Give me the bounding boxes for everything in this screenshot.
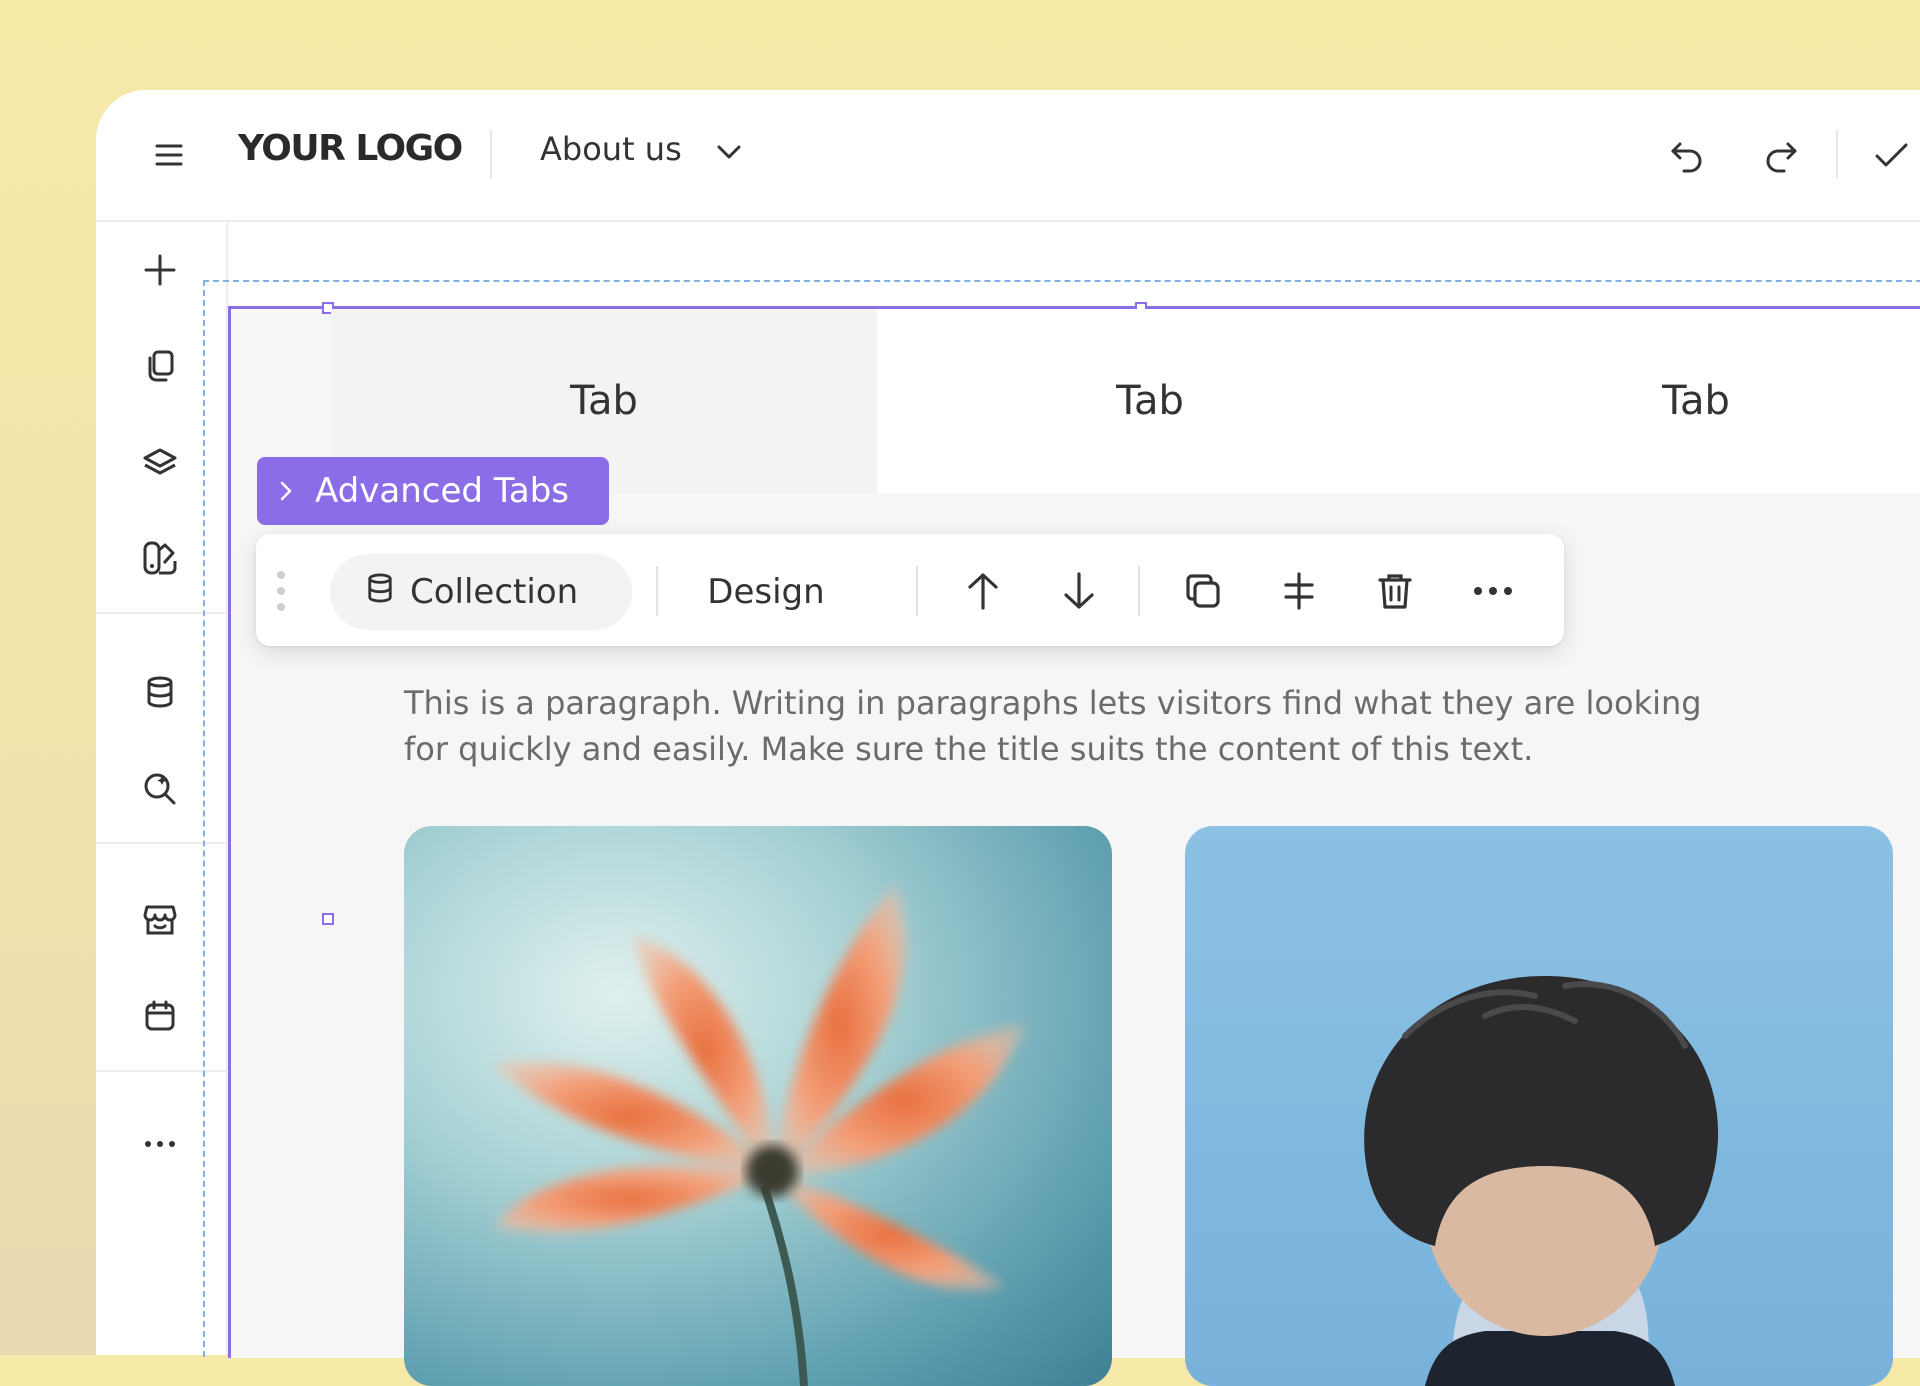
tab-label: Tab bbox=[1116, 378, 1184, 424]
tab-3[interactable]: Tab bbox=[1423, 309, 1920, 493]
element-name-badge[interactable]: Advanced Tabs bbox=[257, 457, 609, 525]
collection-button[interactable]: Collection bbox=[330, 554, 632, 630]
more-options-icon[interactable] bbox=[1470, 568, 1516, 614]
design-label: Design bbox=[707, 572, 825, 612]
layers-icon[interactable] bbox=[140, 442, 180, 482]
divider bbox=[490, 130, 492, 178]
toolbar-divider bbox=[656, 566, 658, 616]
drag-handle-icon[interactable] bbox=[276, 570, 286, 612]
redo-icon[interactable] bbox=[1762, 136, 1800, 174]
divider bbox=[1836, 130, 1838, 178]
check-icon[interactable] bbox=[1872, 136, 1910, 174]
duplicate-icon[interactable] bbox=[1180, 568, 1226, 614]
person-illustration bbox=[1364, 976, 1719, 1386]
pages-icon[interactable] bbox=[140, 346, 180, 386]
tab-label: Tab bbox=[570, 378, 638, 424]
more-icon[interactable] bbox=[140, 1124, 180, 1164]
toolbar-divider bbox=[1138, 566, 1140, 616]
element-toolbar: Collection Design bbox=[256, 534, 1564, 646]
theme-icon[interactable] bbox=[140, 538, 180, 578]
top-bar: YOUR LOGO About us bbox=[96, 90, 1920, 222]
arrow-down-icon[interactable] bbox=[1056, 568, 1102, 614]
paragraph-text[interactable]: This is a paragraph. Writing in paragrap… bbox=[404, 680, 1744, 772]
database-icon bbox=[366, 571, 394, 614]
page-selector[interactable]: About us bbox=[540, 130, 742, 168]
chevron-down-icon bbox=[716, 130, 742, 168]
chevron-right-icon bbox=[279, 471, 293, 511]
menu-icon[interactable] bbox=[154, 140, 184, 170]
resize-handle[interactable] bbox=[322, 913, 334, 925]
collection-label: Collection bbox=[410, 572, 579, 612]
trash-icon[interactable] bbox=[1372, 568, 1418, 614]
plus-icon[interactable] bbox=[140, 250, 180, 290]
site-logo[interactable]: YOUR LOGO bbox=[238, 128, 463, 169]
store-icon[interactable] bbox=[140, 900, 180, 940]
person-image[interactable] bbox=[1185, 826, 1893, 1386]
arrow-up-icon[interactable] bbox=[960, 568, 1006, 614]
page-selector-label: About us bbox=[540, 130, 682, 168]
toolbar-divider bbox=[916, 566, 918, 616]
tab-2[interactable]: Tab bbox=[877, 309, 1423, 493]
undo-icon[interactable] bbox=[1668, 136, 1706, 174]
search-sparkle-icon[interactable] bbox=[140, 768, 180, 808]
calendar-icon[interactable] bbox=[140, 996, 180, 1036]
flower-illustration bbox=[494, 886, 1024, 1386]
design-button[interactable]: Design bbox=[668, 554, 864, 630]
flower-image[interactable] bbox=[404, 826, 1112, 1386]
database-icon[interactable] bbox=[140, 672, 180, 712]
align-center-icon[interactable] bbox=[1276, 568, 1322, 614]
element-name: Advanced Tabs bbox=[315, 471, 570, 511]
tab-label: Tab bbox=[1662, 378, 1730, 424]
